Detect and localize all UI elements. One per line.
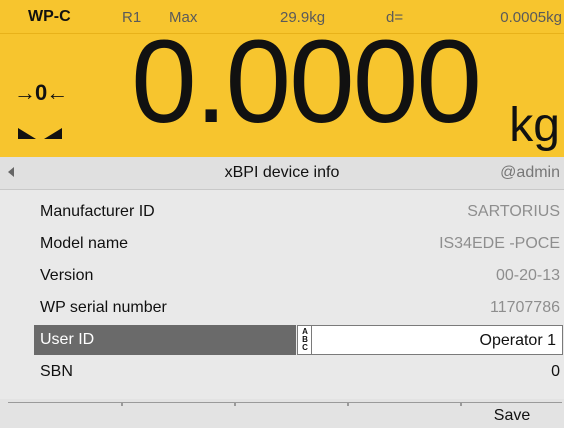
softkey-4[interactable] — [349, 404, 460, 428]
softkey-2[interactable] — [123, 404, 234, 428]
current-user: @admin — [500, 164, 560, 181]
page-title: xBPI device info — [224, 164, 340, 181]
list-item: WP serial number 11707786 — [0, 293, 564, 325]
list-item: Version 00-20-13 — [0, 261, 564, 293]
stability-indicator-icon — [18, 128, 62, 139]
row-value: 0 — [551, 363, 560, 380]
list-item: Manufacturer ID SARTORIUS — [0, 197, 564, 229]
weighing-display: WP-C R1 Max 29.9kg d= 0.0005kg →0← 0.000… — [0, 0, 564, 157]
save-button[interactable]: Save — [462, 404, 562, 428]
row-label: Manufacturer ID — [40, 203, 155, 220]
row-label: WP serial number — [40, 299, 167, 316]
zero-indicator-icon: →0← — [14, 80, 68, 105]
row-value: 00-20-13 — [495, 267, 560, 284]
row-value: 11707786 — [490, 299, 560, 316]
platform-label: WP-C — [28, 8, 71, 25]
device-info-list: Manufacturer ID SARTORIUS Model name IS3… — [0, 197, 564, 389]
title-bar: xBPI device info @admin — [0, 157, 564, 190]
row-label: Version — [40, 267, 94, 284]
row-value: IS34EDE -POCE — [439, 235, 560, 252]
weight-unit: kg — [509, 99, 560, 152]
row-label: SBN — [40, 363, 73, 380]
row-label: User ID — [40, 331, 95, 348]
list-item: SBN 0 — [0, 357, 564, 389]
softkey-divider — [8, 402, 562, 403]
user-id-value: Operator 1 — [479, 332, 556, 349]
user-id-row[interactable]: User ID ABC Operator 1 — [0, 325, 564, 357]
abc-input-mode-icon: ABC — [302, 327, 308, 352]
weight-readout: 0.0000 — [131, 16, 482, 148]
readability-value: 0.0005kg — [500, 9, 562, 26]
user-id-input[interactable]: ABC Operator 1 — [297, 325, 563, 355]
input-mode-divider — [311, 326, 312, 354]
softkey-1[interactable] — [8, 404, 121, 428]
row-value: SARTORIUS — [467, 203, 560, 220]
softkey-3[interactable] — [236, 404, 347, 428]
list-item: Model name IS34EDE -POCE — [0, 229, 564, 261]
row-label: Model name — [40, 235, 129, 252]
